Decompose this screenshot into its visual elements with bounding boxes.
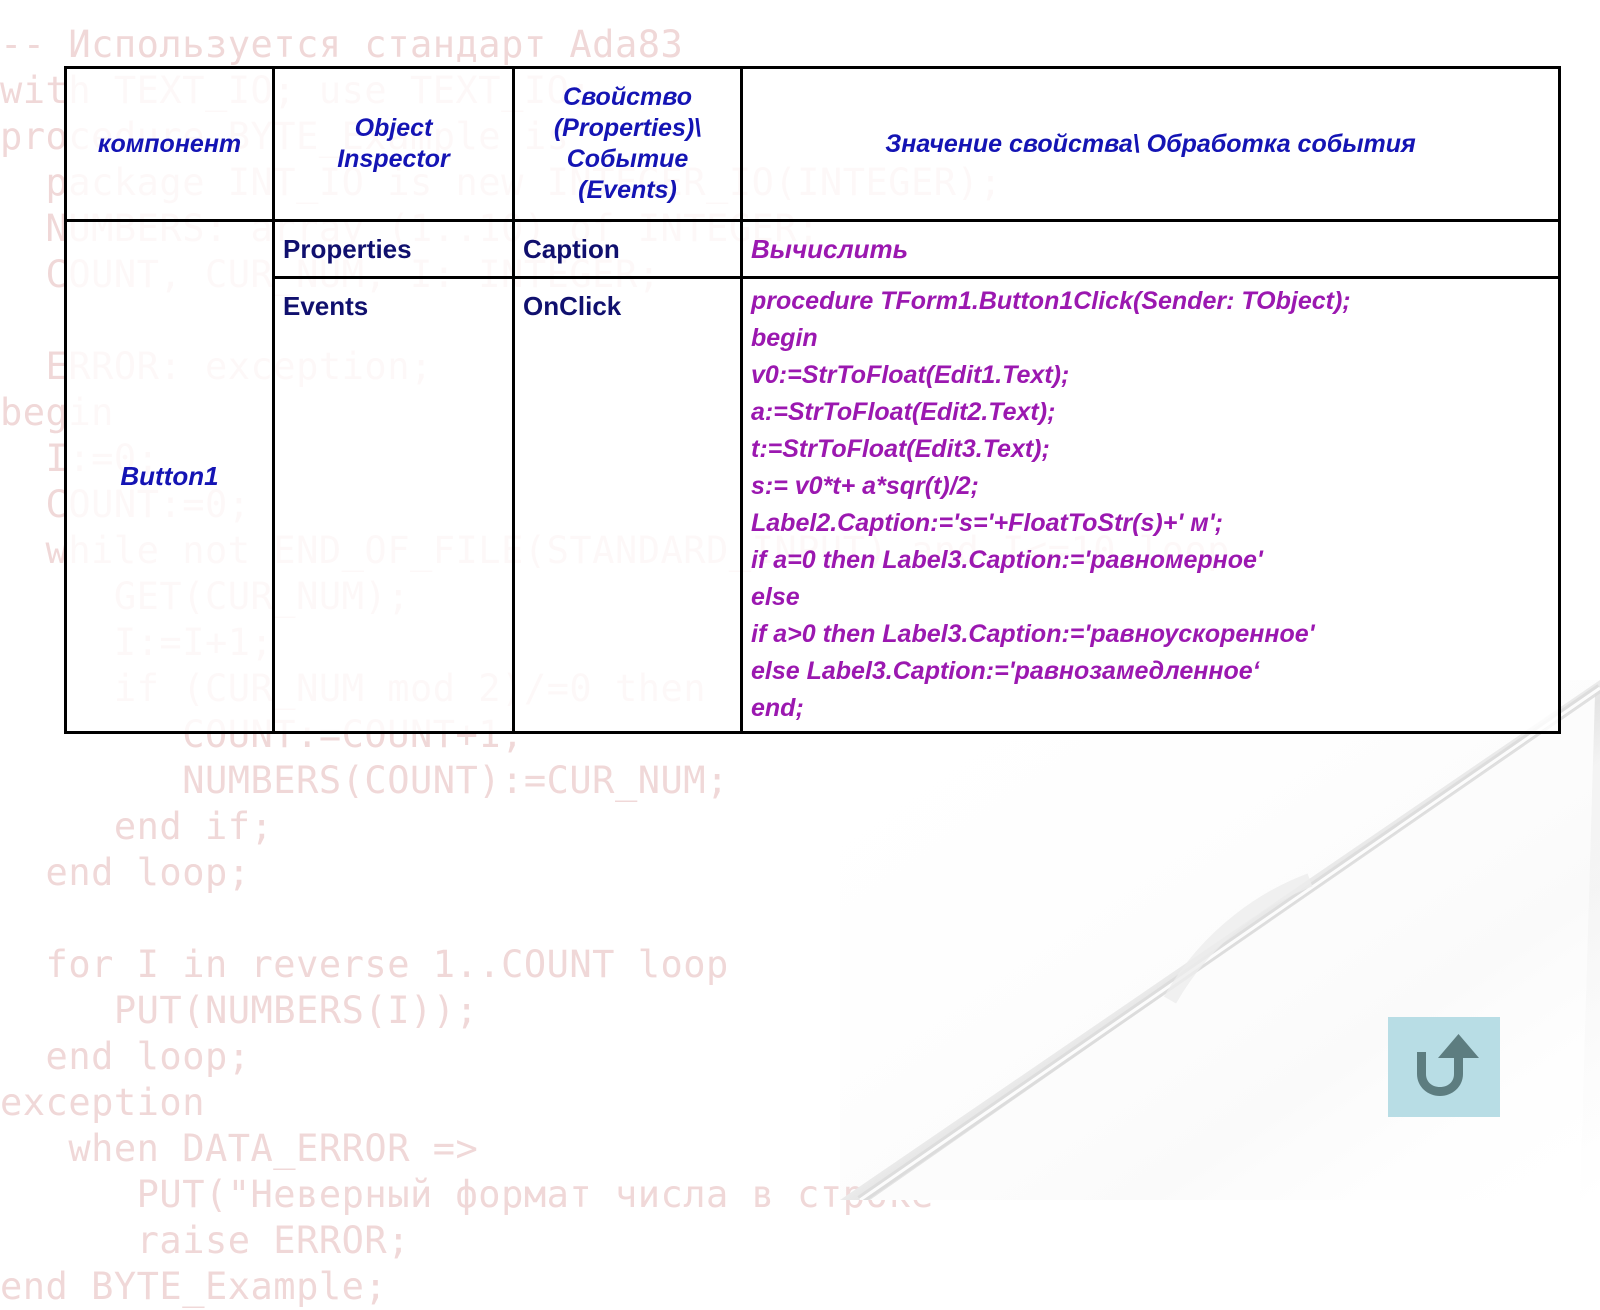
component-spec-table-container: компонент Object Inspector Свойство (Pro… xyxy=(64,66,1561,734)
cell-inspector-properties: Properties xyxy=(272,219,515,279)
code-line: procedure TForm1.Button1Click(Sender: TO… xyxy=(751,287,1351,315)
code-line: Label2.Caption:='s='+FloatToStr(s)+' м'; xyxy=(751,509,1223,537)
cell-event-handler-code: procedure TForm1.Button1Click(Sender: TO… xyxy=(740,276,1561,734)
code-line: if a=0 then Label3.Caption:='равномерное… xyxy=(751,546,1263,574)
code-line: a:=StrToFloat(Edit2.Text); xyxy=(751,398,1056,426)
cell-caption-value: Вычислить xyxy=(740,219,1561,279)
cell-event-onclick: OnClick xyxy=(512,276,743,734)
u-turn-arrow-icon xyxy=(1417,1034,1479,1096)
table-header-row: компонент Object Inspector Свойство (Pro… xyxy=(64,66,1561,222)
header-object-inspector: Object Inspector xyxy=(272,66,515,222)
code-line: if a>0 then Label3.Caption:='равноускоре… xyxy=(751,620,1315,648)
header-component: компонент xyxy=(64,66,275,222)
cell-component-name: Button1 xyxy=(64,219,275,734)
code-line: else xyxy=(751,583,800,611)
header-value-handler: Значение свойства\ Обработка события xyxy=(740,66,1561,222)
code-line: end; xyxy=(751,694,804,722)
component-spec-table: компонент Object Inspector Свойство (Pro… xyxy=(64,66,1561,734)
code-line: s:= v0*t+ a*sqr(t)/2; xyxy=(751,472,979,500)
cell-property-caption: Caption xyxy=(512,219,743,279)
header-property-event: Свойство (Properties)\ Событие (Events) xyxy=(512,66,743,222)
code-line: begin xyxy=(751,324,818,352)
table-row: Button1 Properties Caption Вычислить xyxy=(64,219,1561,734)
code-line: else Label3.Caption:='равнозамедленное‘ xyxy=(751,657,1260,685)
page-fold-decoration xyxy=(840,680,1600,1200)
cell-inspector-events: Events xyxy=(272,276,515,734)
return-button[interactable] xyxy=(1388,1017,1500,1117)
code-line: v0:=StrToFloat(Edit1.Text); xyxy=(751,361,1070,389)
table-row: Events OnClick procedure TForm1.Button1C… xyxy=(66,276,1561,734)
code-line: t:=StrToFloat(Edit3.Text); xyxy=(751,435,1050,463)
